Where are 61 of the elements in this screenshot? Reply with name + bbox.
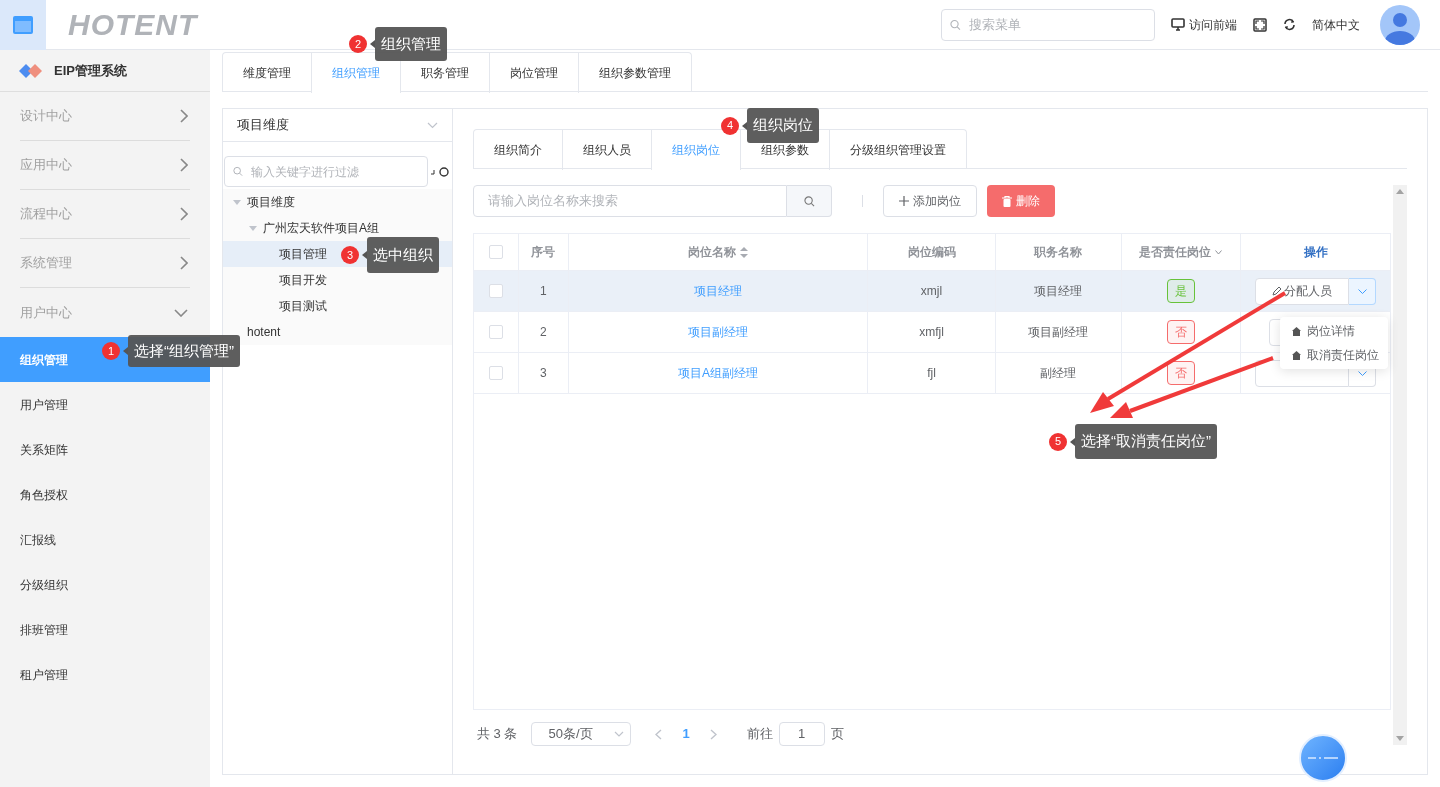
visit-frontend-link[interactable]: 访问前端 bbox=[1189, 15, 1237, 34]
step-tooltip: 选中组织 bbox=[367, 237, 439, 273]
step-tooltip: 组织岗位 bbox=[747, 108, 819, 143]
table-cell-text: fjl bbox=[927, 365, 936, 382]
position-search-field[interactable]: 请输入岗位名称来搜索 bbox=[473, 185, 787, 217]
column-header: 岗位编码 bbox=[907, 244, 956, 261]
table-cell-text: 3 bbox=[540, 365, 547, 382]
column-header: 序号 bbox=[531, 244, 556, 261]
add-position-button[interactable]: 添加岗位 bbox=[883, 185, 977, 217]
total-count: 共 3 条 bbox=[477, 725, 518, 744]
goto-page-field[interactable]: 1 bbox=[779, 724, 824, 744]
filter-field[interactable]: 输入关键字进行过滤 bbox=[250, 162, 419, 181]
step-number-badge: 2 bbox=[349, 35, 367, 53]
status-tag: 是 bbox=[1166, 279, 1195, 303]
column-header: 岗位名称 bbox=[687, 244, 736, 261]
menu-item[interactable]: 用户管理 bbox=[0, 382, 210, 427]
dimension-value: 项目维度 bbox=[237, 116, 289, 135]
column-header: 职务名称 bbox=[1034, 244, 1083, 261]
table-cell-text: 1 bbox=[540, 283, 547, 300]
menu-item[interactable]: 租户管理 bbox=[0, 652, 210, 697]
status-tag: 否 bbox=[1166, 320, 1195, 344]
tree-node[interactable]: 项目测试 bbox=[223, 293, 452, 319]
search-field[interactable]: 搜索菜单 bbox=[968, 14, 1146, 35]
column-header: 操作 bbox=[1303, 244, 1328, 261]
table-cell-text: 项目经理 bbox=[1034, 283, 1083, 300]
table-cell-text: 项目副经理 bbox=[1028, 324, 1089, 341]
status-tag: 否 bbox=[1166, 361, 1195, 385]
filter-field[interactable]: 输入关键字进行过滤 bbox=[224, 156, 428, 187]
menu-item[interactable]: 角色授权 bbox=[0, 472, 210, 517]
table-cell-text: xmjl bbox=[920, 283, 943, 300]
table-row[interactable]: 1 项目经理 xmjl 项目经理 是 分配人员 bbox=[474, 271, 1390, 312]
search-field[interactable]: 搜索菜单 bbox=[941, 8, 1155, 41]
menu-item[interactable]: 排班管理 bbox=[0, 607, 210, 652]
menu-item[interactable]: 关系矩阵 bbox=[0, 427, 210, 472]
step-tooltip: 选择“组织管理” bbox=[128, 335, 240, 367]
language-selector[interactable]: 简体中文 bbox=[1312, 15, 1360, 34]
step-number-badge: 4 bbox=[721, 116, 739, 135]
tab[interactable]: 组织简介 bbox=[474, 130, 562, 170]
step-tooltip: 组织管理 bbox=[375, 27, 447, 61]
position-search-field[interactable]: 请输入岗位名称来搜索 bbox=[488, 191, 772, 211]
dropdown-item[interactable]: 岗位详情 bbox=[1280, 319, 1388, 343]
goto-label: 前往 bbox=[746, 725, 773, 744]
assign-users-button[interactable]: 分配人员 bbox=[1255, 277, 1350, 305]
tree-node[interactable]: 项目维度 bbox=[223, 189, 452, 215]
table-cell-text: xmfjl bbox=[919, 324, 944, 341]
tab[interactable]: 维度管理 bbox=[223, 53, 311, 93]
logo: HOTENT bbox=[68, 7, 198, 43]
dimension-select[interactable]: 项目维度 bbox=[223, 109, 452, 142]
column-header: 是否责任岗位 bbox=[1139, 244, 1212, 261]
tab[interactable]: 岗位管理 bbox=[489, 53, 578, 93]
step-tooltip: 选择“取消责任岗位” bbox=[1075, 424, 1217, 459]
system-title: EIP管理系统 bbox=[54, 61, 127, 80]
tab[interactable]: 组织参数管理 bbox=[578, 53, 691, 93]
page-size-select[interactable]: 50条/页 bbox=[531, 722, 632, 746]
tab[interactable]: 分级组织管理设置 bbox=[829, 130, 966, 170]
menu-item[interactable]: 汇报线 bbox=[0, 517, 210, 562]
table-cell-text: 副经理 bbox=[1040, 365, 1077, 382]
step-number-badge: 5 bbox=[1049, 432, 1067, 451]
menu-item[interactable]: 分级组织 bbox=[0, 562, 210, 607]
table-cell-text: 2 bbox=[540, 324, 547, 341]
page-unit-label: 页 bbox=[830, 725, 844, 744]
